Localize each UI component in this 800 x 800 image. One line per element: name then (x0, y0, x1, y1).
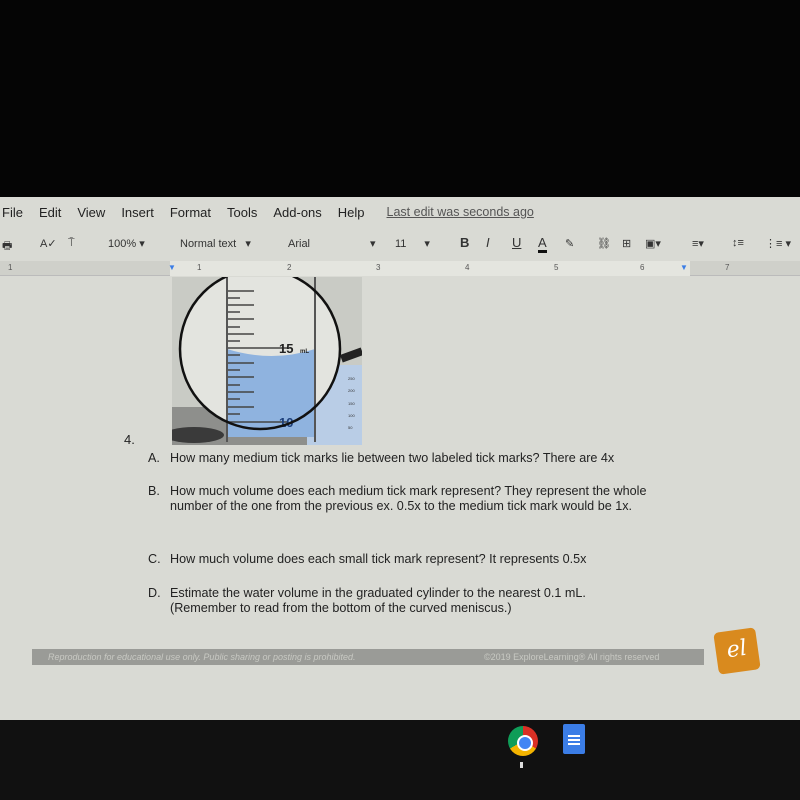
menu-help[interactable]: Help (338, 205, 365, 220)
right-indent-marker-icon[interactable]: ▼ (680, 263, 688, 272)
item-text: How much volume does each small tick mar… (170, 552, 587, 566)
menu-addons[interactable]: Add-ons (273, 205, 321, 220)
copyright: ©2019 ExploreLearning® All rights reserv… (484, 652, 660, 662)
link-icon[interactable]: ⛓ (597, 237, 611, 250)
item-letter: D. (148, 586, 161, 600)
menu-bar: File Edit View Insert Format Tools Add-o… (0, 197, 800, 227)
line-spacing-icon[interactable]: ↕≡ (732, 237, 744, 249)
question-item-c[interactable]: C. How much volume does each small tick m… (148, 552, 680, 567)
active-app-indicator (520, 762, 523, 768)
explorelearning-logo: el (713, 627, 761, 675)
style-value: Normal text (180, 238, 237, 250)
graduated-cylinder-image: 15 mL 10 250 200 150 100 50 (172, 277, 362, 445)
font-select[interactable]: Arial ▾ (288, 237, 376, 250)
item-letter: B. (148, 484, 160, 498)
bold-button[interactable]: B (460, 235, 469, 250)
style-select[interactable]: Normal text ▾ (180, 237, 251, 250)
print-icon[interactable]: 🖶 (2, 237, 12, 256)
menu-format[interactable]: Format (170, 205, 211, 220)
beaker-label: 150 (348, 401, 355, 406)
indent-marker-icon[interactable]: ▼ (168, 263, 176, 272)
item-letter: C. (148, 552, 161, 566)
text-color-button[interactable]: A (538, 235, 547, 253)
footer-banner: Reproduction for educational use only. P… (32, 649, 704, 665)
item-text: Estimate the water volume in the graduat… (170, 586, 586, 615)
taskbar (0, 720, 800, 800)
google-docs-window: File Edit View Insert Format Tools Add-o… (0, 197, 800, 720)
ruler-number: 4 (465, 263, 470, 272)
numbered-list-icon[interactable]: ⋮≡ ▾ (765, 237, 791, 250)
align-icon[interactable]: ≡▾ (692, 237, 704, 250)
item-text: How many medium tick marks lie between t… (170, 451, 615, 465)
ruler-number: 6 (640, 263, 645, 272)
beaker-label: 200 (348, 388, 355, 393)
font-size-value: 11 (395, 238, 407, 250)
chrome-icon[interactable] (508, 726, 538, 756)
magnifier-handle (340, 347, 362, 363)
menu-file[interactable]: File (2, 205, 23, 220)
menu-view[interactable]: View (77, 205, 105, 220)
question-item-a[interactable]: A. How many medium tick marks lie between… (148, 451, 680, 466)
paint-format-icon[interactable]: ⍑ (68, 237, 75, 250)
toolbar: 🖶 A✓ ⍑ 100% ▾ Normal text ▾ Arial ▾ 11 ▾ B… (0, 231, 800, 259)
beaker-label: 100 (348, 413, 355, 418)
item-text: How much volume does each medium tick ma… (170, 484, 647, 513)
ruler[interactable]: 1 ▼ 1 2 3 4 5 6 ▼ 7 (0, 261, 800, 276)
question-item-b[interactable]: B. How much volume does each medium tick … (148, 484, 680, 514)
question-number: 4. (124, 432, 135, 447)
unit-label: mL (300, 349, 309, 355)
menu-tools[interactable]: Tools (227, 205, 257, 220)
beaker-label: 50 (348, 425, 353, 430)
label-15: 15 (279, 341, 293, 356)
insert-comment-icon[interactable]: ⊞ (622, 237, 631, 250)
question-item-d[interactable]: D. Estimate the water volume in the gradu… (148, 586, 650, 616)
font-size-select[interactable]: 11 ▾ (395, 237, 430, 250)
ruler-number: 3 (376, 263, 381, 272)
zoom-value: 100% (108, 238, 137, 250)
insert-image-icon[interactable]: ▣▾ (645, 237, 661, 250)
ruler-number: 1 (8, 263, 13, 272)
spellcheck-icon[interactable]: A✓ (40, 237, 57, 250)
water (227, 349, 315, 437)
ruler-page-area (170, 261, 690, 276)
ruler-number: 2 (287, 263, 292, 272)
beaker-label: 250 (348, 376, 355, 381)
ruler-number: 1 (197, 263, 202, 272)
zoom-select[interactable]: 100% ▾ (108, 237, 145, 250)
italic-button[interactable]: I (486, 235, 490, 250)
highlight-icon[interactable]: ✎ (565, 237, 574, 250)
google-docs-icon[interactable] (563, 724, 585, 754)
last-edit-link[interactable]: Last edit was seconds ago (387, 205, 534, 219)
underline-button[interactable]: U (512, 235, 521, 250)
ruler-number: 7 (725, 263, 730, 272)
ruler-number: 5 (554, 263, 559, 272)
menu-edit[interactable]: Edit (39, 205, 61, 220)
font-value: Arial (288, 238, 311, 250)
item-letter: A. (148, 451, 160, 465)
menu-insert[interactable]: Insert (121, 205, 154, 220)
reproduction-notice: Reproduction for educational use only. P… (48, 652, 356, 662)
